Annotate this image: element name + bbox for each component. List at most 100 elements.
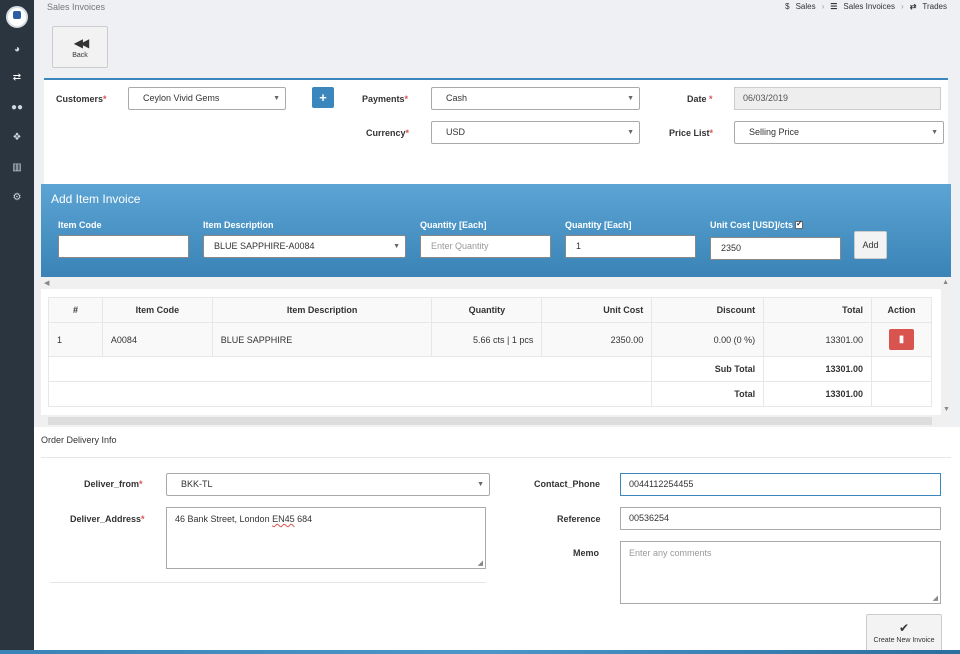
delivery-section: Order Delivery Info Deliver_from* BKK-TL… — [34, 427, 960, 654]
exchange-icon: ⇄ — [909, 2, 917, 11]
vertical-scrollbar[interactable]: ▼ — [941, 289, 951, 415]
cell-action: ▮ — [870, 322, 933, 357]
scroll-up-icon[interactable]: ▲ — [942, 279, 949, 286]
create-invoice-label: Create New Invoice — [873, 637, 935, 644]
quantity-each-label: Quantity [Each] — [420, 220, 487, 230]
bar-chart-icon[interactable]: ▥ — [0, 158, 34, 178]
chevron-down-icon: ▼ — [273, 95, 280, 102]
cell-total: 13301.00 — [763, 322, 872, 357]
total-value: 13301.00 — [763, 381, 872, 407]
column-header: # — [48, 297, 103, 323]
date-label: Date * — [687, 94, 713, 104]
breadcrumb-separator: › — [901, 2, 904, 11]
address-text-suffix: 684 — [294, 514, 313, 524]
total-row: Total 13301.00 — [47, 381, 933, 407]
table-row: 1 A0084 BLUE SAPPHIRE 5.66 cts | 1 pcs 2… — [48, 322, 933, 357]
quantity-each-label-2: Quantity [Each] — [565, 220, 632, 230]
price-list-select[interactable]: Selling Price ▼ — [734, 121, 944, 144]
add-item-button[interactable]: Add — [854, 231, 887, 259]
divider — [41, 457, 951, 458]
memo-textarea[interactable]: Enter any comments ◢ — [620, 541, 941, 604]
column-header: Discount — [651, 297, 765, 323]
app-logo[interactable] — [6, 6, 28, 28]
dashboard-icon[interactable]: ◕ — [0, 40, 34, 60]
table-header-row: # Item Code Item Description Quantity Un… — [48, 297, 933, 323]
deliver-from-select[interactable]: BKK-TL ▼ — [166, 473, 490, 496]
payments-select[interactable]: Cash ▼ — [431, 87, 640, 110]
breadcrumb-trades[interactable]: Trades — [922, 2, 947, 11]
sub-total-label: Sub Total — [651, 356, 765, 382]
unit-cost-input[interactable]: 2350 — [710, 237, 841, 260]
address-text: 46 Bank Street, London — [175, 514, 273, 524]
plus-icon: + — [319, 90, 327, 105]
breadcrumb: $ Sales › ☰ Sales Invoices › ⇄ Trades — [785, 2, 947, 11]
contact-phone-label: Contact_Phone — [534, 479, 601, 489]
backward-icon: ◀◀ — [73, 36, 89, 50]
cubes-icon[interactable]: ❖ — [0, 128, 34, 148]
unit-cost-label: Unit Cost [USD]/cts — [710, 219, 803, 230]
contact-phone-input[interactable]: 0044112254455 — [620, 473, 941, 496]
settings-icon[interactable]: ⚙ — [0, 188, 34, 208]
delete-row-button[interactable]: ▮ — [888, 329, 914, 350]
sidebar: ◕ ⇄ ●● ❖ ▥ ⚙ — [0, 0, 34, 654]
chevron-down-icon: ▼ — [627, 95, 634, 102]
column-header: Total — [763, 297, 872, 323]
cell-discount: 0.00 (0 %) — [651, 322, 765, 357]
add-item-title: Add Item Invoice — [51, 192, 141, 206]
chevron-down-icon: ▼ — [931, 129, 938, 136]
list-icon: ☰ — [830, 2, 838, 11]
deliver-from-label: Deliver_from* — [84, 479, 143, 489]
horizontal-scrollbar-top[interactable]: ◀ ▲ — [41, 277, 951, 289]
subtotal-row: Sub Total 13301.00 — [47, 356, 933, 382]
chevron-down-icon: ▼ — [393, 243, 400, 250]
add-customer-button[interactable]: + — [312, 87, 334, 108]
item-code-label: Item Code — [58, 220, 102, 230]
back-button[interactable]: ◀◀ Back — [52, 26, 108, 68]
scroll-left-icon[interactable]: ◀ — [44, 279, 49, 287]
items-table: # Item Code Item Description Quantity Un… — [47, 297, 933, 407]
cell-item-code: A0084 — [101, 322, 213, 357]
deliver-address-textarea[interactable]: 46 Bank Street, London EN45 684 ◢ — [166, 507, 486, 569]
cell-quantity: 5.66 cts | 1 pcs — [431, 322, 543, 357]
trades-icon[interactable]: ⇄ — [0, 68, 34, 88]
scrollbar-thumb[interactable] — [48, 417, 932, 425]
date-field: 06/03/2019 — [734, 87, 941, 110]
breadcrumb-sales-invoices[interactable]: Sales Invoices — [843, 2, 895, 11]
resize-handle-icon[interactable]: ◢ — [933, 594, 938, 602]
deliver-from-value: BKK-TL — [181, 479, 213, 489]
item-code-input[interactable] — [58, 235, 189, 258]
currency-select[interactable]: USD ▼ — [431, 121, 640, 144]
payments-label: Payments* — [362, 94, 409, 104]
currency-label: Currency* — [366, 128, 410, 138]
reference-label: Reference — [557, 514, 601, 524]
users-icon[interactable]: ●● — [0, 98, 34, 118]
price-list-label: Price List* — [669, 128, 714, 138]
create-invoice-button[interactable]: ✔ Create New Invoice — [866, 614, 942, 654]
item-description-value: BLUE SAPPHIRE-A0084 — [214, 241, 315, 251]
chevron-down-icon: ▼ — [627, 129, 634, 136]
customers-select[interactable]: Ceylon Vivid Gems ▼ — [128, 87, 286, 110]
breadcrumb-sales[interactable]: Sales — [796, 2, 816, 11]
total-label: Total — [651, 381, 765, 407]
trash-icon: ▮ — [898, 334, 905, 345]
price-list-value: Selling Price — [749, 127, 800, 137]
divider — [50, 582, 486, 583]
customers-label: Customers* — [56, 94, 107, 104]
customers-value: Ceylon Vivid Gems — [143, 93, 220, 103]
item-description-select[interactable]: BLUE SAPPHIRE-A0084 ▼ — [203, 235, 406, 258]
delivery-section-title: Order Delivery Info — [41, 435, 117, 445]
column-header: Item Description — [211, 297, 433, 323]
memo-placeholder: Enter any comments — [629, 548, 712, 558]
back-button-label: Back — [72, 52, 88, 59]
unit-cost-checkbox[interactable] — [795, 219, 803, 229]
deliver-address-label: Deliver_Address* — [70, 514, 145, 524]
quantity-input[interactable]: Enter Quantity — [420, 235, 551, 258]
scroll-down-icon[interactable]: ▼ — [943, 406, 950, 413]
top-bar: Sales Invoices $ Sales › ☰ Sales Invoice… — [34, 0, 960, 20]
horizontal-scrollbar[interactable] — [41, 415, 951, 427]
taskbar-strip — [0, 650, 960, 654]
resize-handle-icon[interactable]: ◢ — [478, 559, 483, 567]
pieces-input[interactable]: 1 — [565, 235, 696, 258]
reference-input[interactable]: 00536254 — [620, 507, 941, 530]
payments-value: Cash — [446, 93, 468, 103]
